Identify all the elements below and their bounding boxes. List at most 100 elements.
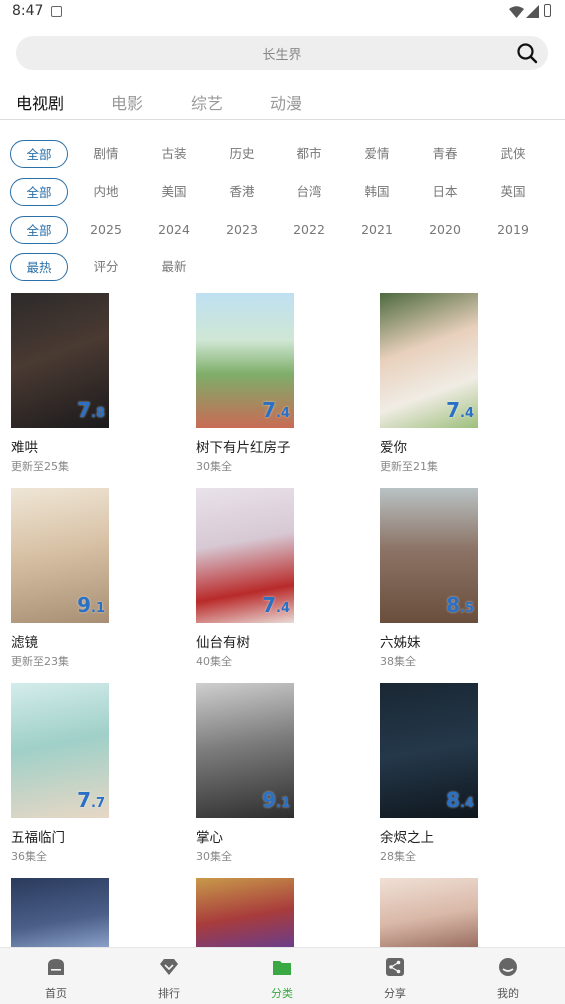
score-label: 7.4: [262, 398, 290, 422]
share-icon: [386, 958, 404, 976]
show-title: 难哄: [11, 440, 38, 456]
score-label: 8.5: [446, 593, 474, 617]
nav-ranking[interactable]: 排行: [129, 948, 209, 1004]
nav-label: 我的: [497, 987, 519, 1000]
filter-chip[interactable]: 全部: [10, 140, 68, 168]
filter-chip[interactable]: 台湾: [286, 178, 332, 206]
episode-status: 30集全: [196, 850, 232, 863]
nav-label: 分享: [384, 987, 406, 1000]
filter-chip[interactable]: 日本: [422, 178, 468, 206]
episode-status: 更新至23集: [11, 655, 69, 668]
category-tabs: 电视剧 电影 综艺 动漫: [0, 86, 565, 120]
show-title: 爱你: [380, 440, 407, 456]
poster-image: 9.1: [196, 683, 294, 818]
genre-filter-row: 全部 剧情 古装 历史 都市 爱情 青春 武侠: [10, 140, 555, 168]
search-placeholder: 长生界: [262, 48, 302, 63]
search-bar[interactable]: 长生界: [16, 36, 548, 70]
show-title: 余烬之上: [380, 830, 434, 846]
filter-chip[interactable]: 2024: [151, 216, 197, 244]
wifi-icon: [509, 6, 524, 18]
filter-chip[interactable]: 2021: [354, 216, 400, 244]
poster-image: 7.7: [11, 683, 109, 818]
signal-icon: [526, 5, 539, 18]
status-bar: 8:47: [0, 0, 565, 24]
filter-chip[interactable]: 剧情: [83, 140, 129, 168]
score-label: 7.8: [77, 398, 105, 422]
nav-profile[interactable]: 我的: [468, 948, 548, 1004]
episode-status: 28集全: [380, 850, 416, 863]
poster-image: 7.4: [380, 293, 478, 428]
show-title: 掌心: [196, 830, 223, 846]
show-title: 仙台有树: [196, 635, 250, 651]
poster-image: 8.5: [380, 488, 478, 623]
category-icon: [273, 961, 291, 975]
score-label: 8.4: [446, 788, 474, 812]
episode-status: 更新至21集: [380, 460, 438, 473]
filter-chip[interactable]: 美国: [151, 178, 197, 206]
filter-chip[interactable]: 武侠: [490, 140, 536, 168]
nav-label: 分类: [271, 987, 293, 1000]
tab-anime[interactable]: 动漫: [270, 90, 302, 114]
filter-chip[interactable]: 评分: [83, 253, 129, 281]
status-time: 8:47: [12, 3, 44, 19]
show-title: 滤镜: [11, 635, 38, 651]
filter-chip[interactable]: 最热: [10, 253, 68, 281]
nav-category[interactable]: 分类: [242, 948, 322, 1004]
score-label: 7.4: [446, 398, 474, 422]
score-label: 7.4: [262, 593, 290, 617]
episode-status: 40集全: [196, 655, 232, 668]
filter-chip[interactable]: 2019: [490, 216, 536, 244]
poster-image: [196, 878, 294, 947]
show-title: 树下有片红房子: [196, 440, 291, 456]
poster-image: 9.1: [11, 488, 109, 623]
filter-chip[interactable]: 2020: [422, 216, 468, 244]
tab-variety[interactable]: 综艺: [191, 90, 223, 114]
filter-chip[interactable]: 全部: [10, 178, 68, 206]
show-title: 六姊妹: [380, 635, 421, 651]
tab-movies[interactable]: 电影: [111, 90, 143, 114]
year-filter-row: 全部 2025 2024 2023 2022 2021 2020 2019: [10, 216, 555, 244]
nav-label: 首页: [45, 987, 67, 1000]
score-label: 9.1: [262, 788, 290, 812]
filter-chip[interactable]: 英国: [490, 178, 536, 206]
nav-home[interactable]: 首页: [16, 948, 96, 1004]
filter-chip[interactable]: 2025: [83, 216, 129, 244]
episode-status: 更新至25集: [11, 460, 69, 473]
episode-status: 36集全: [11, 850, 47, 863]
poster-image: [380, 878, 478, 947]
poster-image: 7.4: [196, 293, 294, 428]
filter-chip[interactable]: 历史: [219, 140, 265, 168]
notification-icon: [51, 6, 62, 17]
filter-chip[interactable]: 全部: [10, 216, 68, 244]
home-icon: [48, 959, 64, 975]
battery-icon: [544, 4, 551, 17]
score-label: 9.1: [77, 593, 105, 617]
poster-image: [11, 878, 109, 947]
region-filter-row: 全部 内地 美国 香港 台湾 韩国 日本 英国: [10, 178, 555, 206]
filter-chip[interactable]: 古装: [151, 140, 197, 168]
poster-image: 7.8: [11, 293, 109, 428]
poster-image: 8.4: [380, 683, 478, 818]
ranking-icon: [160, 959, 178, 975]
filter-chip[interactable]: 2022: [286, 216, 332, 244]
filter-chip[interactable]: 爱情: [354, 140, 400, 168]
filter-chip[interactable]: 香港: [219, 178, 265, 206]
filter-chip[interactable]: 都市: [286, 140, 332, 168]
nav-share[interactable]: 分享: [355, 948, 435, 1004]
filter-chip[interactable]: 青春: [422, 140, 468, 168]
tab-tv-series[interactable]: 电视剧: [16, 90, 64, 114]
poster-image: 7.4: [196, 488, 294, 623]
nav-label: 排行: [158, 987, 180, 1000]
sort-filter-row: 最热 评分 最新: [10, 253, 555, 281]
show-title: 五福临门: [11, 830, 65, 846]
filter-chip[interactable]: 最新: [151, 253, 197, 281]
score-label: 7.7: [77, 788, 105, 812]
filter-chip[interactable]: 韩国: [354, 178, 400, 206]
search-icon[interactable]: [516, 42, 538, 64]
profile-icon: [499, 958, 517, 976]
episode-status: 30集全: [196, 460, 232, 473]
bottom-nav: 首页 排行 分类 分享 我的: [0, 947, 565, 1004]
filter-chip[interactable]: 内地: [83, 178, 129, 206]
filter-chip[interactable]: 2023: [219, 216, 265, 244]
episode-status: 38集全: [380, 655, 416, 668]
